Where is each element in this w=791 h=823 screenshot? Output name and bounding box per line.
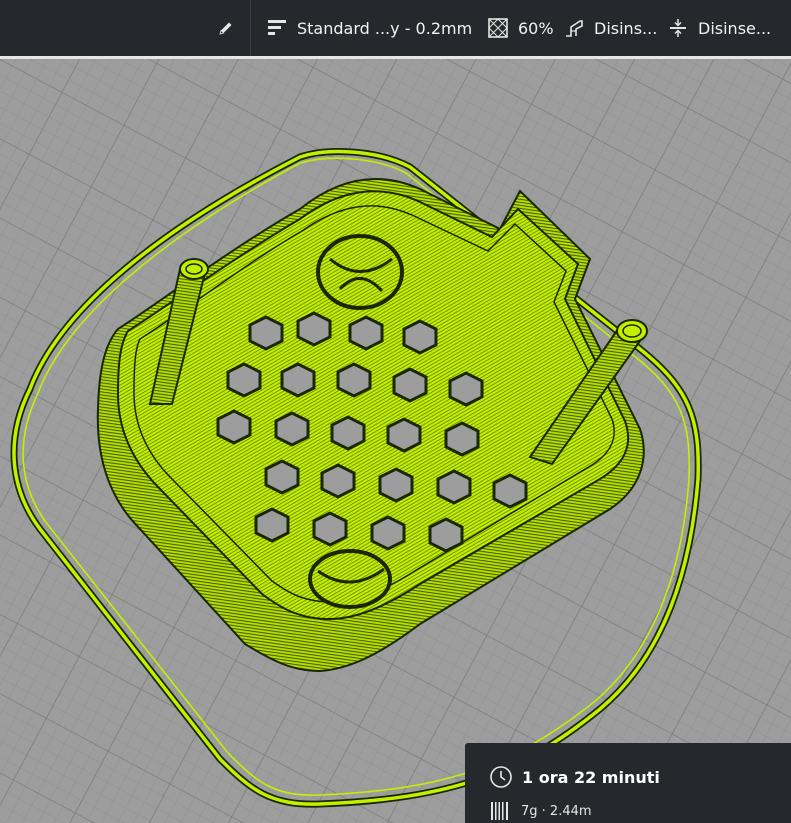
profile-label: Standard ...y - 0.2mm bbox=[297, 18, 473, 38]
pencil-icon bbox=[219, 22, 232, 35]
material-usage-label: 7g · 2.44m bbox=[521, 803, 592, 819]
toolbar-separator bbox=[250, 0, 251, 56]
layer-profile-icon bbox=[268, 20, 286, 35]
support-icon bbox=[566, 20, 583, 37]
slicer-window: Standard ...y - 0.2mm 60% Disins... Disi… bbox=[0, 0, 791, 823]
support-selector[interactable]: Disins... bbox=[563, 0, 657, 56]
print-time-row: 1 ora 22 minuti bbox=[489, 765, 660, 789]
print-time-label: 1 ora 22 minuti bbox=[522, 767, 660, 787]
adhesion-selector[interactable]: Disinse... bbox=[667, 0, 771, 56]
support-label: Disins... bbox=[594, 18, 658, 38]
sliced-model-preview bbox=[0, 59, 791, 823]
profile-selector[interactable]: Standard ...y - 0.2mm bbox=[266, 0, 472, 56]
adhesion-label: Disinse... bbox=[698, 18, 772, 38]
infill-icon bbox=[488, 18, 508, 38]
clock-icon bbox=[490, 766, 512, 788]
3d-viewport[interactable] bbox=[0, 59, 791, 823]
print-info-panel[interactable]: 1 ora 22 minuti 7g · 2.44m bbox=[465, 743, 791, 823]
infill-selector[interactable]: 60% bbox=[487, 0, 554, 56]
adhesion-icon bbox=[670, 19, 686, 37]
print-settings-bar: Standard ...y - 0.2mm 60% Disins... Disi… bbox=[0, 0, 791, 56]
filament-spool-icon bbox=[491, 802, 508, 820]
infill-label: 60% bbox=[518, 18, 554, 38]
material-usage-row: 7g · 2.44m bbox=[489, 800, 592, 822]
edit-settings-button[interactable] bbox=[214, 16, 238, 40]
